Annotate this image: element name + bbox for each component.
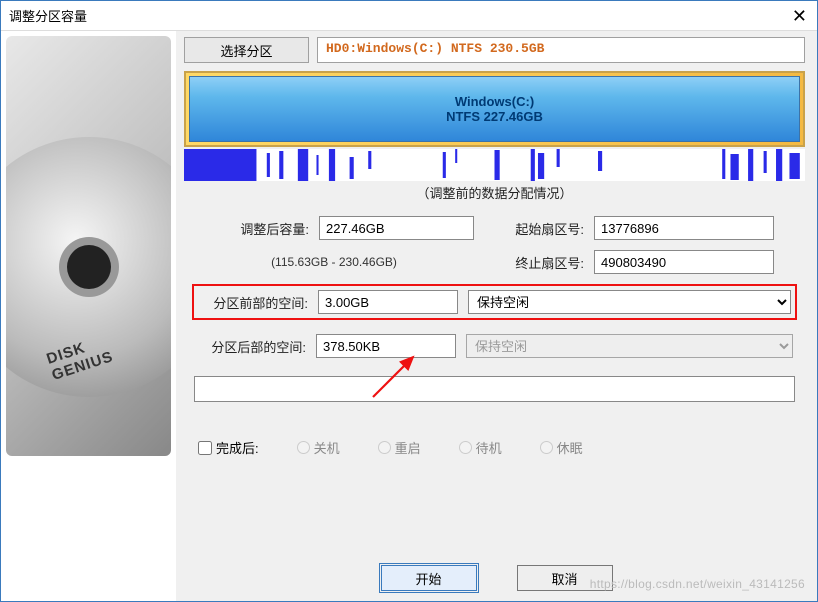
after-option-hibernate[interactable]: 休眠	[540, 438, 583, 457]
front-space-input[interactable]	[318, 290, 458, 314]
after-complete-checkbox[interactable]: 完成后:	[198, 438, 259, 457]
partition-bar-name: Windows(C:)	[455, 94, 534, 109]
front-space-label: 分区前部的空间:	[198, 293, 308, 312]
rear-space-label: 分区后部的空间:	[196, 337, 306, 356]
progress-bar	[194, 376, 795, 402]
sidebar: DISK GENIUS	[1, 31, 176, 601]
after-option-standby[interactable]: 待机	[459, 438, 502, 457]
selected-partition-value: HD0:Windows(C:) NTFS 230.5GB	[317, 37, 805, 63]
end-sector-label: 终止扇区号:	[484, 253, 584, 272]
close-icon[interactable]: ✕	[792, 6, 807, 27]
titlebar: 调整分区容量 ✕	[1, 1, 817, 31]
front-space-row: 分区前部的空间: 保持空闲	[192, 284, 797, 320]
rear-space-row: 分区后部的空间: 保持空闲	[192, 330, 797, 362]
size-after-label: 调整后容量:	[194, 219, 309, 238]
after-option-restart[interactable]: 重启	[378, 438, 421, 457]
size-range-hint: (115.63GB - 230.46GB)	[194, 255, 474, 269]
size-after-input[interactable]	[319, 216, 474, 240]
data-usage-strip	[184, 149, 805, 181]
rear-space-action-select: 保持空闲	[466, 334, 793, 358]
after-option-shutdown[interactable]: 关机	[297, 438, 340, 457]
dialog-window: 调整分区容量 ✕ DISK GENIUS 选择分区 HD0:Windows(C:…	[0, 0, 818, 602]
start-button[interactable]: 开始	[381, 565, 477, 591]
after-complete-options: 完成后: 关机 重启 待机 休眠	[198, 438, 795, 457]
window-title: 调整分区容量	[9, 6, 87, 25]
partition-bar-info: NTFS 227.46GB	[446, 109, 543, 124]
rear-space-input[interactable]	[316, 334, 456, 358]
usage-caption: （调整前的数据分配情况）	[184, 183, 805, 202]
disk-illustration: DISK GENIUS	[6, 36, 171, 456]
select-partition-button[interactable]: 选择分区	[184, 37, 309, 63]
partition-bar[interactable]: Windows(C:) NTFS 227.46GB	[189, 76, 800, 142]
start-sector-input[interactable]	[594, 216, 774, 240]
watermark-text: https://blog.csdn.net/weixin_43141256	[590, 577, 805, 591]
brand-label: DISK GENIUS	[44, 326, 133, 384]
end-sector-input[interactable]	[594, 250, 774, 274]
partition-bar-container: Windows(C:) NTFS 227.46GB	[184, 71, 805, 147]
start-sector-label: 起始扇区号:	[484, 219, 584, 238]
main-panel: 选择分区 HD0:Windows(C:) NTFS 230.5GB Window…	[176, 31, 817, 601]
front-space-action-select[interactable]: 保持空闲	[468, 290, 791, 314]
